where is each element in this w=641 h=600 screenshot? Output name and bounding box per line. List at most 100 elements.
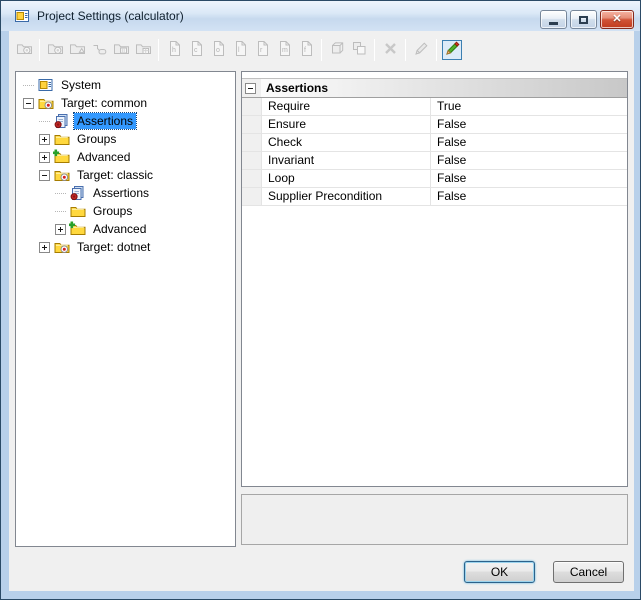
tree-item-advanced[interactable]: Advanced xyxy=(16,148,235,166)
tree-item-label: Groups xyxy=(74,131,119,147)
new-target-button[interactable] xyxy=(45,40,65,60)
close-button[interactable]: ✕ xyxy=(600,10,634,29)
property-row-loop[interactable]: LoopFalse xyxy=(242,170,627,188)
tree-item-label: Advanced xyxy=(74,149,133,165)
svg-text:f: f xyxy=(304,47,306,54)
property-row-ensure[interactable]: EnsureFalse xyxy=(242,116,627,134)
tree-item-advanced[interactable]: Advanced xyxy=(16,220,235,238)
folder-icon xyxy=(53,131,70,147)
property-value[interactable]: False xyxy=(431,116,627,133)
grid-section-header[interactable]: Assertions xyxy=(242,78,627,98)
maximize-button[interactable] xyxy=(570,10,597,29)
tree-connector xyxy=(55,193,66,194)
new-assembly-button[interactable] xyxy=(133,40,153,60)
toggle-edit-mode-icon xyxy=(444,40,461,60)
new-task-button[interactable] xyxy=(327,40,347,60)
ok-button[interactable]: OK xyxy=(464,561,535,583)
svg-text:m: m xyxy=(282,47,288,54)
property-grid[interactable]: Assertions RequireTrueEnsureFalseCheckFa… xyxy=(241,71,628,487)
property-value[interactable]: False xyxy=(431,188,627,205)
row-gutter xyxy=(242,134,261,151)
close-icon: ✕ xyxy=(612,14,621,25)
edit-icon xyxy=(413,40,430,60)
edit-button[interactable] xyxy=(411,40,431,60)
property-name: Require xyxy=(261,98,431,115)
tree-item-system[interactable]: System xyxy=(16,76,235,94)
tree-item-label: Groups xyxy=(90,203,135,219)
tree-item-assertions[interactable]: Assertions xyxy=(16,184,235,202)
grid-rows: RequireTrueEnsureFalseCheckFalseInvarian… xyxy=(242,98,627,206)
expand-icon[interactable] xyxy=(55,224,66,235)
target-icon xyxy=(53,239,70,255)
toolbar-separator xyxy=(436,39,437,61)
new-library-icon xyxy=(113,40,130,60)
svg-text:c: c xyxy=(194,47,198,54)
tree-item-target-common[interactable]: Target: common xyxy=(16,94,235,112)
property-value[interactable]: False xyxy=(431,170,627,187)
property-row-check[interactable]: CheckFalse xyxy=(242,134,627,152)
new-external-object-button[interactable]: o xyxy=(208,40,228,60)
project-settings-window: Project Settings (calculator) ✕ hcolrmf … xyxy=(0,0,641,600)
remove-icon xyxy=(382,40,399,60)
tree-item-label: Target: common xyxy=(58,95,150,111)
new-target-icon xyxy=(47,40,64,60)
folder-icon xyxy=(69,203,86,219)
tree-connector xyxy=(39,121,50,122)
duplicate-button[interactable] xyxy=(349,40,369,60)
new-cluster-button[interactable] xyxy=(67,40,87,60)
tree-item-label: Target: dotnet xyxy=(74,239,153,255)
expand-icon[interactable] xyxy=(39,152,50,163)
collapse-icon[interactable] xyxy=(23,98,34,109)
tree-item-target-classic[interactable]: Target: classic xyxy=(16,166,235,184)
tree-item-label: Assertions xyxy=(74,113,136,129)
new-external-flag-button[interactable]: f xyxy=(296,40,316,60)
toggle-edit-mode-button[interactable] xyxy=(442,40,462,60)
advanced-icon xyxy=(53,149,70,165)
toolbar-separator xyxy=(405,39,406,61)
expand-icon[interactable] xyxy=(39,242,50,253)
tree-item-label: Target: classic xyxy=(74,167,156,183)
remove-button[interactable] xyxy=(380,40,400,60)
tree-item-assertions[interactable]: Assertions xyxy=(16,112,235,130)
expand-icon[interactable] xyxy=(39,134,50,145)
duplicate-icon xyxy=(351,40,368,60)
new-library-button[interactable] xyxy=(111,40,131,60)
property-value[interactable]: False xyxy=(431,134,627,151)
property-value[interactable]: True xyxy=(431,98,627,115)
property-row-supplier-precondition[interactable]: Supplier PreconditionFalse xyxy=(242,188,627,206)
tree-item-groups[interactable]: Groups xyxy=(16,130,235,148)
collapse-section-icon[interactable] xyxy=(245,83,256,94)
new-override-icon xyxy=(91,40,108,60)
row-gutter xyxy=(242,116,261,133)
new-external-library-button[interactable]: l xyxy=(230,40,250,60)
new-override-button[interactable] xyxy=(89,40,109,60)
description-panel xyxy=(241,494,628,545)
minimize-button[interactable] xyxy=(540,10,567,29)
row-gutter xyxy=(242,98,261,115)
app-icon xyxy=(14,8,30,24)
project-icon xyxy=(37,77,54,93)
toolbar-separator xyxy=(158,39,159,61)
property-row-invariant[interactable]: InvariantFalse xyxy=(242,152,627,170)
new-external-object-icon: o xyxy=(210,40,227,60)
new-external-resource-icon: r xyxy=(254,40,271,60)
new-system-button[interactable] xyxy=(14,40,34,60)
toolbar-separator xyxy=(374,39,375,61)
row-gutter xyxy=(242,188,261,205)
new-external-c-button[interactable]: c xyxy=(186,40,206,60)
target-icon xyxy=(53,167,70,183)
property-row-require[interactable]: RequireTrue xyxy=(242,98,627,116)
row-gutter xyxy=(242,170,261,187)
settings-tree[interactable]: SystemTarget: commonAssertionsGroupsAdva… xyxy=(15,71,236,547)
toolbar-separator xyxy=(39,39,40,61)
new-external-header-button[interactable]: h xyxy=(164,40,184,60)
cancel-button[interactable]: Cancel xyxy=(553,561,624,583)
collapse-icon[interactable] xyxy=(39,170,50,181)
property-value[interactable]: False xyxy=(431,152,627,169)
new-external-make-button[interactable]: m xyxy=(274,40,294,60)
tree-item-groups[interactable]: Groups xyxy=(16,202,235,220)
titlebar[interactable]: Project Settings (calculator) ✕ xyxy=(1,1,640,31)
tree-item-target-dotnet[interactable]: Target: dotnet xyxy=(16,238,235,256)
window-title: Project Settings (calculator) xyxy=(37,9,184,23)
new-external-resource-button[interactable]: r xyxy=(252,40,272,60)
